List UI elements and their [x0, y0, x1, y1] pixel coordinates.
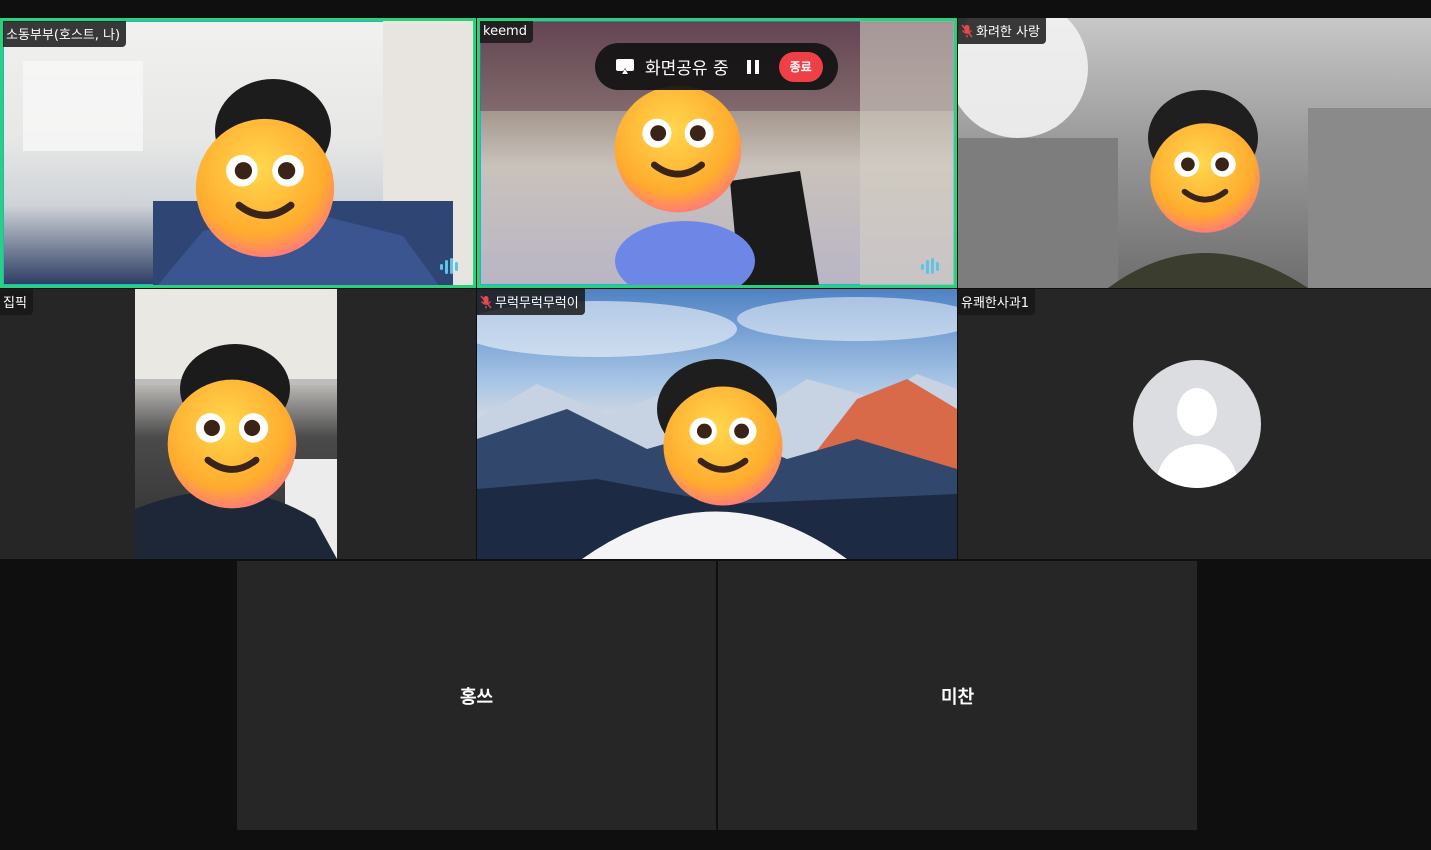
mic-muted-icon	[480, 295, 492, 308]
meeting-gallery: 소동부부(호스트, 나) keemd 화면공유 중 종료 화려한 사랑 집픽 무…	[0, 0, 1431, 850]
participant-name: 무럭무럭무럭이	[495, 296, 579, 311]
face-emoji-icon	[195, 118, 335, 258]
pause-icon	[746, 59, 751, 74]
face-emoji-icon	[614, 85, 742, 213]
mic-muted-icon	[961, 24, 973, 37]
face-emoji-icon	[167, 379, 297, 509]
participant-name: 홍쓰	[459, 686, 494, 708]
screen-share-icon	[616, 58, 634, 75]
participant-name-tag: 화려한 사랑	[958, 18, 1046, 44]
participant-name: 집픽	[3, 296, 27, 311]
audio-level-icon	[921, 258, 939, 274]
face-emoji-icon	[1150, 123, 1260, 233]
participant-name: 미찬	[940, 686, 975, 708]
participant-name: keemd	[483, 24, 527, 39]
participant-name-tag: 소동부부(호스트, 나)	[3, 21, 127, 47]
face-emoji-icon	[663, 386, 783, 506]
video-tile-participant[interactable]: 홍쓰	[237, 561, 716, 830]
default-avatar-icon	[1133, 360, 1261, 488]
video-tile-participant[interactable]: 미찬	[718, 561, 1197, 830]
audio-level-icon	[440, 258, 458, 274]
screen-share-status: 화면공유 중	[645, 59, 729, 79]
participant-name-tag: 무럭무럭무럭이	[477, 289, 585, 315]
participant-name: 소동부부(호스트, 나)	[6, 28, 121, 43]
screen-share-bar: 화면공유 중 종료	[595, 43, 838, 90]
video-tile-participant[interactable]: 화려한 사랑	[958, 18, 1431, 288]
video-tile-participant[interactable]: 무럭무럭무럭이	[477, 289, 957, 559]
video-tile-participant[interactable]: 집픽	[0, 289, 476, 559]
pause-share-button[interactable]	[746, 59, 763, 75]
participant-name: 화려한 사랑	[976, 25, 1040, 40]
stop-share-button[interactable]: 종료	[778, 51, 823, 82]
pause-icon	[754, 59, 759, 74]
participant-name-tag: 유쾌한사과1	[958, 289, 1036, 315]
video-tile-host[interactable]: 소동부부(호스트, 나)	[0, 18, 476, 288]
participant-name: 유쾌한사과1	[961, 296, 1030, 311]
participant-name-tag: 집픽	[0, 289, 33, 315]
participant-name-tag: keemd	[480, 21, 533, 43]
